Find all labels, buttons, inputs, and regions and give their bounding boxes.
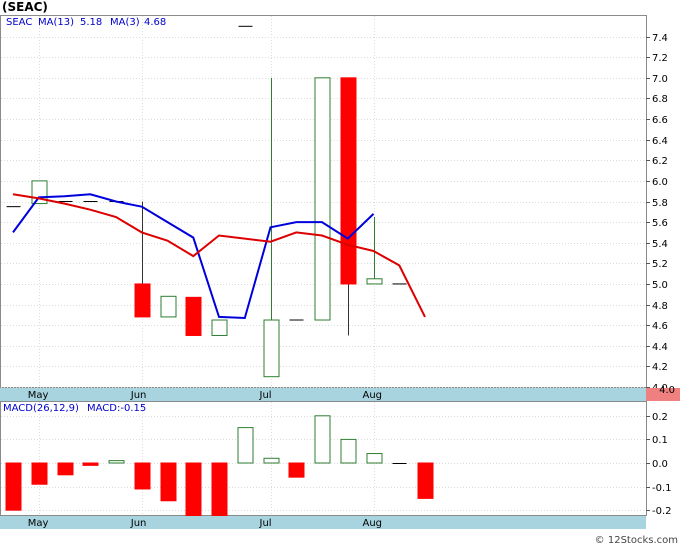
macd-bar-positive bbox=[366, 453, 383, 464]
macd-y-tick-label: -0.1 bbox=[652, 483, 672, 494]
legend-ma13-label: MA(13) bbox=[38, 17, 74, 28]
chart-title: (SEAC) bbox=[2, 0, 48, 14]
macd-bar-negative bbox=[185, 462, 202, 518]
macd-bar-positive bbox=[237, 427, 254, 464]
price-y-tick-label: 5.0 bbox=[652, 280, 668, 291]
candle-up bbox=[314, 77, 331, 321]
candle-up bbox=[263, 319, 280, 378]
macd-bar-negative bbox=[57, 462, 74, 476]
price-y-tick-label: 6.4 bbox=[652, 136, 668, 147]
price-y-tick-label: 4.4 bbox=[652, 342, 668, 353]
legend-ma3-label: MA(3) bbox=[110, 17, 140, 28]
candle-down bbox=[340, 77, 357, 285]
price-y-tick-label: 4.2 bbox=[652, 362, 668, 373]
macd-bar-positive bbox=[314, 415, 331, 464]
price-y-tick-label: 5.6 bbox=[652, 218, 668, 229]
macd-legend-value: MACD:-0.15 bbox=[87, 403, 146, 414]
candle-up bbox=[211, 319, 228, 336]
macd-x-axis-band bbox=[0, 516, 646, 529]
price-y-tick-label: 5.4 bbox=[652, 239, 668, 250]
price-y-tick-label: 4.8 bbox=[652, 301, 668, 312]
macd-bar-negative bbox=[160, 462, 177, 502]
macd-bar-negative bbox=[31, 462, 48, 485]
macd-x-tick-label: Jun bbox=[130, 518, 147, 529]
price-y-tick-label: 7.2 bbox=[652, 53, 668, 64]
macd-x-tick-label: Aug bbox=[363, 518, 383, 529]
macd-y-tick-label: 0.2 bbox=[652, 412, 668, 423]
price-y-tick-label: 6.0 bbox=[652, 177, 668, 188]
macd-bar-negative bbox=[134, 462, 151, 490]
price-y-tick-label: 5.8 bbox=[652, 198, 668, 209]
price-x-axis-band bbox=[0, 388, 646, 401]
last-price-label: 4.0 bbox=[659, 385, 675, 396]
candle-up bbox=[366, 278, 383, 285]
price-y-tick-label: 6.8 bbox=[652, 94, 668, 105]
price-x-tick-label: Jun bbox=[130, 390, 147, 401]
price-x-tick-label: Aug bbox=[363, 390, 383, 401]
price-y-tick-label: 4.6 bbox=[652, 321, 668, 332]
price-y-tick-label: 7.0 bbox=[652, 74, 668, 85]
macd-bar-positive bbox=[340, 438, 357, 464]
footer-credit: © 12Stocks.com bbox=[595, 535, 678, 546]
macd-bar-negative bbox=[211, 462, 228, 518]
macd-bar-negative bbox=[417, 462, 434, 499]
price-y-tick-label: 6.2 bbox=[652, 156, 668, 167]
macd-panel: 0.2 0.1 0.0 -0.1 -0.2 bbox=[0, 401, 672, 518]
candle-down bbox=[185, 296, 202, 336]
macd-bar-negative bbox=[82, 462, 99, 466]
macd-y-tick-label: -0.2 bbox=[652, 506, 672, 517]
macd-y-tick-label: 0.0 bbox=[652, 459, 668, 470]
legend-symbol: SEAC bbox=[6, 17, 32, 28]
price-y-tick-label: 6.6 bbox=[652, 115, 668, 126]
price-y-tick-label: 7.4 bbox=[652, 33, 668, 44]
macd-x-tick-label: May bbox=[28, 518, 49, 529]
macd-legend-label: MACD(26,12,9) bbox=[3, 403, 79, 414]
macd-bar-negative bbox=[288, 462, 305, 478]
macd-bar-negative bbox=[5, 462, 22, 511]
price-x-tick-label: May bbox=[28, 390, 49, 401]
legend-ma3-value: 4.68 bbox=[144, 17, 166, 28]
macd-y-tick-label: 0.1 bbox=[652, 435, 668, 446]
price-y-tick-label: 5.2 bbox=[652, 259, 668, 270]
price-panel: 4.04.24.44.64.85.05.25.45.65.86.06.26.46… bbox=[0, 15, 668, 394]
macd-bar-positive bbox=[108, 460, 125, 464]
legend-ma13-value: 5.18 bbox=[80, 17, 102, 28]
macd-bar-positive bbox=[263, 457, 280, 464]
macd-x-tick-label: Jul bbox=[259, 518, 272, 529]
candle-up bbox=[160, 295, 177, 318]
price-x-tick-label: Jul bbox=[259, 390, 272, 401]
candle-down bbox=[134, 283, 151, 318]
stock-chart: 4.0 4.2 4.4 4.6 4.8 5.0 5.2 5.4 5.6 5.8 6.0 6.2 6.4 6… bbox=[0, 0, 680, 546]
